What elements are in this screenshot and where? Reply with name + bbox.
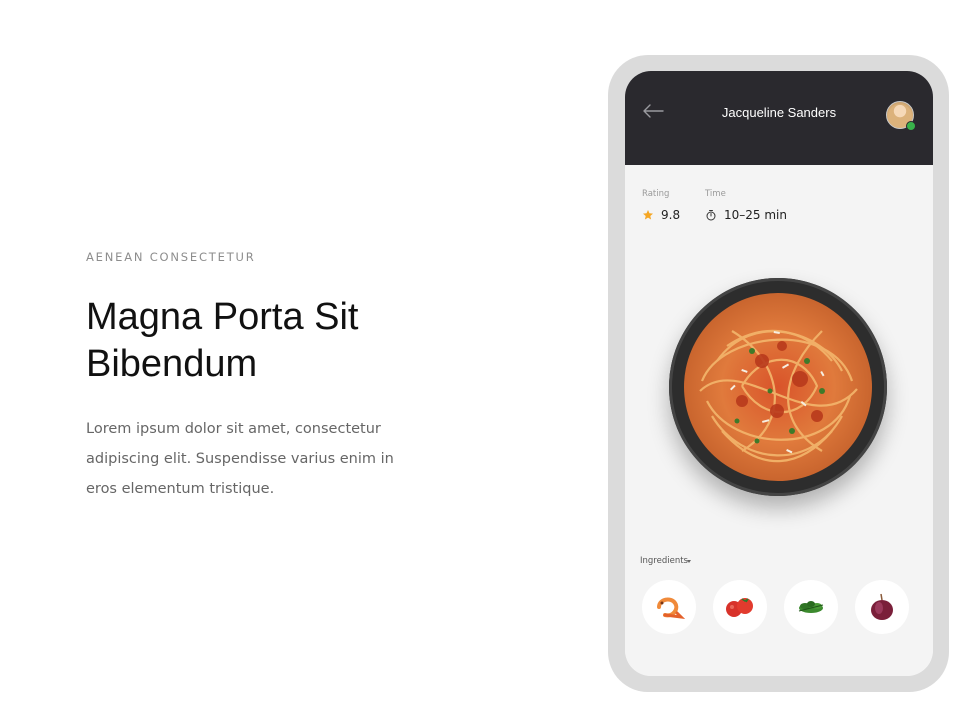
phone-mockup: Jacqueline Sanders Rating 9.8 Time 10–25… [608, 55, 949, 692]
user-name: Jacqueline Sanders [721, 105, 837, 120]
arrow-left-icon[interactable] [641, 101, 665, 121]
hero-title-line1: Magna Porta Sit [86, 296, 359, 338]
herb-icon [798, 601, 824, 613]
time-label: Time [705, 189, 726, 199]
hero-description: Lorem ipsum dolor sit amet, consectetur … [86, 421, 394, 497]
shrimp-icon [657, 597, 686, 620]
online-status-dot [906, 121, 916, 131]
ingredient-onion[interactable] [855, 580, 909, 634]
dish-image [669, 278, 887, 496]
ingredients-list [642, 580, 910, 634]
app-screen: Jacqueline Sanders Rating 9.8 Time 10–25… [625, 71, 933, 676]
time-value: 10–25 min [724, 208, 787, 222]
rating-stat: Rating 9.8 [642, 189, 680, 222]
rating-value: 9.8 [661, 208, 681, 222]
stopwatch-icon [706, 210, 716, 221]
chevron-down-icon[interactable] [687, 560, 691, 563]
onion-icon [871, 593, 893, 620]
app-header: Jacqueline Sanders [625, 71, 933, 165]
rating-label: Rating [642, 189, 670, 199]
hero-eyebrow: AENEAN CONSECTETUR [86, 250, 256, 264]
spaghetti-image [684, 293, 872, 481]
ingredient-herb[interactable] [784, 580, 838, 634]
recipe-card: Rating 9.8 Time 10–25 min Ingredients [625, 165, 933, 676]
ingredient-tomato[interactable] [713, 580, 767, 634]
hero-title-line2: Bibendum [86, 343, 258, 385]
hero-section: AENEAN CONSECTETUR Magna Porta Sit Biben… [86, 250, 426, 504]
ingredients-label[interactable]: Ingredients [640, 556, 688, 566]
star-icon [643, 210, 653, 220]
hero-title: Magna Porta Sit Bibendum [86, 294, 426, 388]
ingredient-shrimp[interactable] [642, 580, 696, 634]
time-stat: Time 10–25 min [705, 189, 787, 222]
tomato-icon [726, 598, 753, 617]
